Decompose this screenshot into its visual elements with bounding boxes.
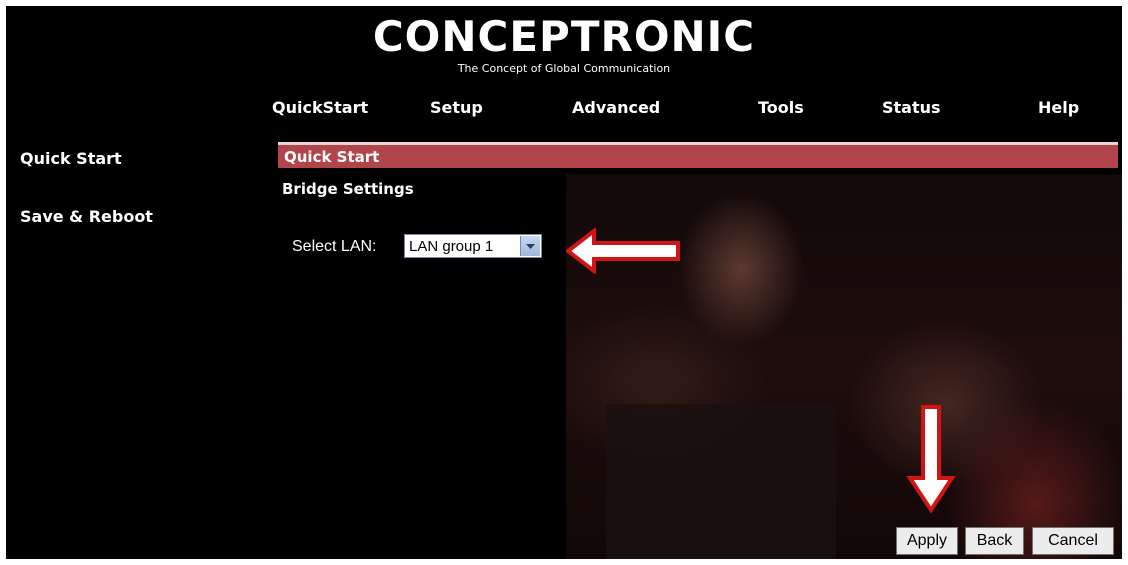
sidebar-item-save-reboot[interactable]: Save & Reboot — [20, 207, 153, 226]
nav-quickstart[interactable]: QuickStart — [272, 98, 368, 117]
router-admin-page: CONCEPTRONIC The Concept of Global Commu… — [6, 6, 1122, 559]
annotation-arrow-left-icon — [566, 228, 680, 274]
nav-advanced[interactable]: Advanced — [572, 98, 660, 117]
bridge-settings-heading: Bridge Settings — [282, 180, 414, 198]
nav-help[interactable]: Help — [1038, 98, 1079, 117]
nav-status[interactable]: Status — [882, 98, 941, 117]
nav-setup[interactable]: Setup — [430, 98, 483, 117]
select-lan-label: Select LAN: — [292, 238, 377, 255]
brand-logo: CONCEPTRONIC — [372, 12, 756, 61]
laptop-silhouette — [606, 404, 836, 559]
nav-tools[interactable]: Tools — [758, 98, 804, 117]
cancel-button[interactable]: Cancel — [1032, 527, 1114, 555]
annotation-arrow-down-icon — [906, 405, 956, 514]
chevron-down-icon[interactable] — [520, 236, 540, 256]
back-button[interactable]: Back — [965, 527, 1024, 555]
brand-tagline: The Concept of Global Communication — [457, 62, 671, 75]
lan-group-select[interactable]: LAN group 1 — [404, 234, 542, 258]
section-title: Quick Start — [284, 148, 380, 166]
lan-group-selected-value: LAN group 1 — [409, 238, 494, 255]
apply-button[interactable]: Apply — [896, 527, 958, 555]
sidebar-item-quick-start[interactable]: Quick Start — [20, 149, 122, 168]
section-header-bar: Quick Start — [278, 142, 1118, 168]
